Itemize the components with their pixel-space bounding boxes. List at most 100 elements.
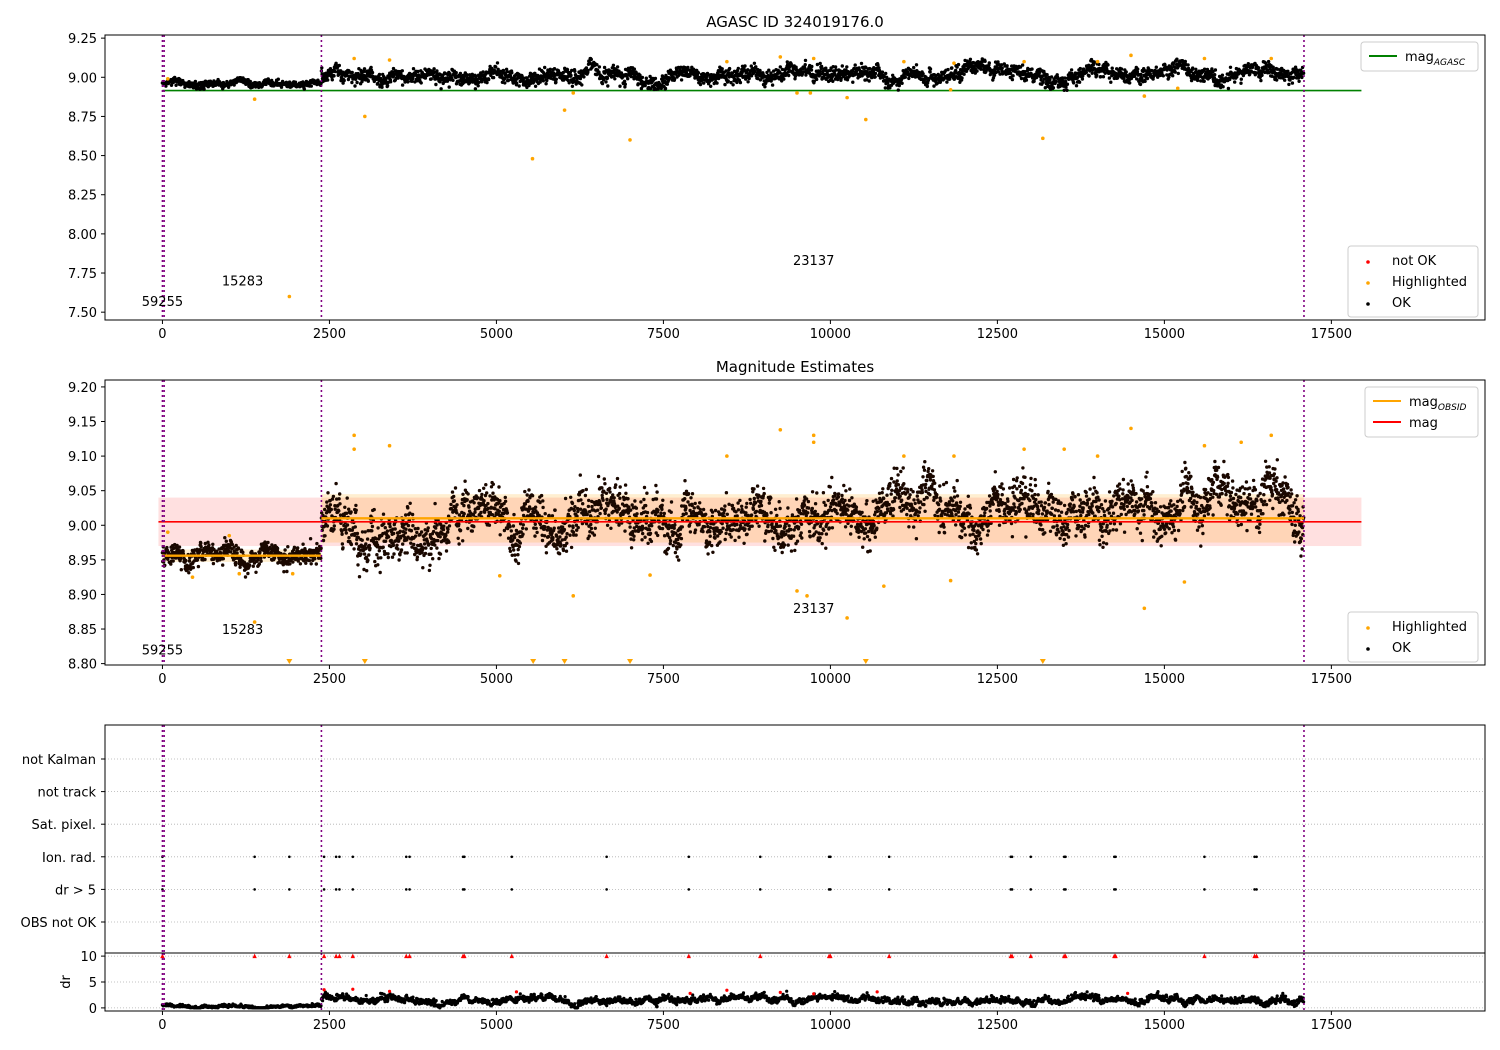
- ok-point: [365, 537, 370, 541]
- ok-point: [321, 538, 326, 543]
- ok-point: [589, 526, 594, 531]
- ok-point: [643, 535, 647, 539]
- ok-point: [319, 556, 323, 560]
- ok-point: [653, 76, 658, 81]
- ok-point: [330, 78, 334, 82]
- ok-point: [473, 510, 477, 514]
- ok-point: [608, 490, 612, 494]
- ok-point: [392, 552, 396, 556]
- ok-point: [1107, 76, 1112, 80]
- ok-point: [421, 566, 425, 570]
- ok-point: [342, 78, 346, 83]
- ok-point: [1191, 66, 1195, 70]
- ok-point: [434, 526, 438, 530]
- ok-point: [579, 498, 583, 502]
- ok-point: [1239, 77, 1244, 81]
- ok-point: [903, 75, 907, 79]
- ok-point: [770, 83, 775, 87]
- ok-point: [574, 533, 578, 537]
- ok-point: [702, 81, 706, 85]
- ok-point: [444, 549, 449, 553]
- ok-point: [623, 529, 627, 533]
- x-tick-label: 12500: [977, 327, 1018, 342]
- ok-point: [1054, 79, 1058, 84]
- ok-point: [897, 83, 901, 88]
- ok-point: [495, 61, 500, 65]
- ok-point: [512, 512, 516, 517]
- ok-point: [1145, 76, 1150, 81]
- ok-point: [545, 78, 549, 83]
- ok-point: [329, 507, 333, 512]
- ok-point: [179, 568, 183, 572]
- ok-point: [1065, 82, 1070, 86]
- ok-point: [401, 542, 405, 546]
- ok-point: [497, 509, 501, 513]
- ok-point: [956, 62, 961, 67]
- ok-point: [565, 541, 569, 545]
- highlighted-point: [845, 95, 849, 100]
- ok-point: [372, 507, 376, 512]
- ok-point: [461, 492, 465, 496]
- ok-point: [476, 506, 481, 511]
- ok-point: [347, 507, 351, 511]
- ok-point: [880, 70, 885, 74]
- highlighted-point: [864, 117, 868, 122]
- ok-point: [613, 77, 617, 81]
- ok-point: [174, 83, 178, 88]
- ok-point: [375, 553, 379, 557]
- ok-point: [709, 84, 713, 89]
- ok-point: [223, 536, 227, 540]
- ok-point: [285, 569, 289, 574]
- ok-point: [1286, 69, 1290, 74]
- ok-point: [867, 79, 871, 83]
- highlighted-point: [1095, 59, 1100, 64]
- ok-point: [424, 532, 428, 536]
- ok-point: [767, 68, 771, 72]
- ok-point: [562, 527, 567, 532]
- ok-point: [476, 496, 480, 500]
- y-tick-label: 9.10: [68, 450, 97, 465]
- ok-point: [337, 63, 341, 68]
- ok-point: [962, 72, 966, 76]
- ok-point: [535, 530, 539, 535]
- y-tick-label: 9.15: [68, 416, 97, 431]
- ok-point: [576, 509, 580, 514]
- ok-point: [458, 528, 463, 533]
- ok-point: [491, 482, 495, 486]
- ok-point: [590, 504, 594, 509]
- ok-point: [589, 57, 593, 62]
- ok-point: [609, 526, 613, 530]
- ok-point: [633, 499, 637, 503]
- ok-point: [338, 492, 342, 496]
- ok-point: [543, 525, 547, 529]
- ok-point: [554, 77, 558, 81]
- ok-point: [234, 560, 238, 565]
- ok-point: [618, 496, 622, 500]
- ok-point: [546, 534, 551, 539]
- ok-point: [1101, 75, 1106, 79]
- ok-point: [1266, 59, 1271, 64]
- ok-point: [1213, 68, 1218, 72]
- ok-point: [645, 491, 649, 495]
- ok-point: [558, 535, 562, 539]
- legend-label: not OK: [1392, 254, 1437, 269]
- ok-point: [266, 540, 270, 545]
- ok-point: [380, 85, 384, 89]
- ok-point: [650, 524, 654, 528]
- ok-point: [1074, 84, 1079, 88]
- y-tick-label: 9.00: [68, 71, 97, 86]
- ok-point: [340, 532, 344, 536]
- ok-point: [1233, 80, 1237, 84]
- ok-point: [254, 570, 258, 574]
- ok-point: [1138, 82, 1143, 87]
- ok-point: [462, 512, 466, 516]
- ok-point: [508, 546, 512, 551]
- ok-point: [518, 541, 522, 545]
- legend-label: Highlighted: [1392, 275, 1467, 290]
- ok-point: [1069, 68, 1074, 72]
- ok-point: [452, 499, 456, 503]
- ok-point: [398, 529, 402, 533]
- highlighted-point: [530, 156, 535, 161]
- ok-point: [604, 507, 608, 511]
- ok-point: [553, 508, 557, 512]
